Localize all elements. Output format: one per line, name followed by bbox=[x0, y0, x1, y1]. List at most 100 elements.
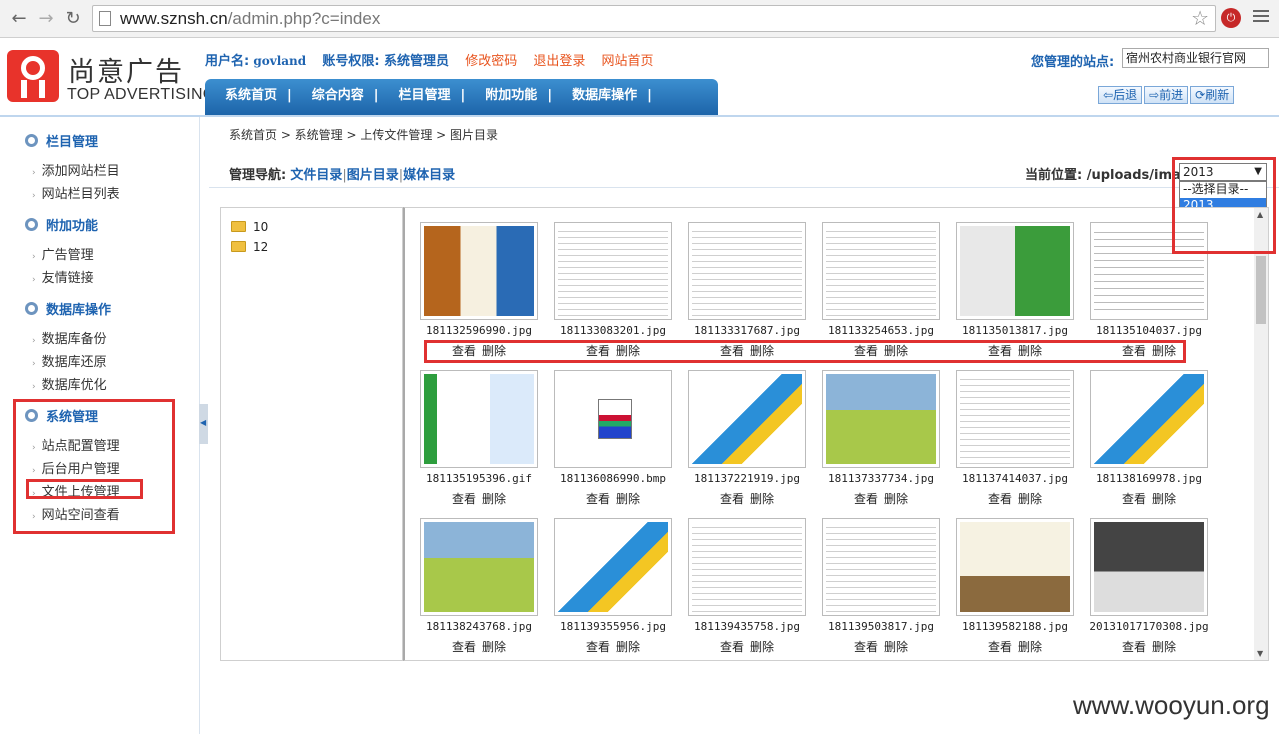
view-button[interactable]: 查看 bbox=[586, 640, 610, 654]
link-image-dir[interactable]: 图片目录 bbox=[347, 168, 399, 183]
delete-button[interactable]: 删除 bbox=[1152, 640, 1176, 654]
delete-button[interactable]: 删除 bbox=[1152, 344, 1176, 358]
extension-icon[interactable]: ⏻ bbox=[1221, 8, 1241, 28]
site-home-link[interactable]: 网站首页 bbox=[602, 54, 654, 69]
view-button[interactable]: 查看 bbox=[1122, 492, 1146, 506]
view-button[interactable]: 查看 bbox=[854, 640, 878, 654]
sidebar-item-site-config[interactable]: › 站点配置管理 bbox=[32, 435, 120, 454]
sidebar-item-space-view[interactable]: › 网站空间查看 bbox=[32, 504, 120, 523]
delete-button[interactable]: 删除 bbox=[884, 344, 908, 358]
delete-button[interactable]: 删除 bbox=[1018, 492, 1042, 506]
view-button[interactable]: 查看 bbox=[452, 640, 476, 654]
scroll-down-icon[interactable]: ▼ bbox=[1257, 649, 1263, 658]
browser-menu-icon[interactable] bbox=[1253, 10, 1269, 24]
delete-button[interactable]: 删除 bbox=[750, 344, 774, 358]
sidebar-item-ads[interactable]: › 广告管理 bbox=[32, 244, 94, 263]
delete-button[interactable]: 删除 bbox=[750, 640, 774, 654]
site-select[interactable]: 宿州农村商业银行官网 bbox=[1122, 48, 1269, 68]
view-button[interactable]: 查看 bbox=[1122, 344, 1146, 358]
back-button[interactable]: ⇦后退 bbox=[1098, 86, 1143, 104]
nav-database[interactable]: 数据库操作 | bbox=[552, 79, 652, 113]
view-button[interactable]: 查看 bbox=[586, 344, 610, 358]
image-thumbnail[interactable] bbox=[956, 370, 1074, 468]
forward-button[interactable]: ⇨前进 bbox=[1144, 86, 1189, 104]
link-file-dir[interactable]: 文件目录 bbox=[290, 168, 342, 183]
image-thumbnail[interactable] bbox=[420, 370, 538, 468]
image-thumbnail[interactable] bbox=[688, 222, 806, 320]
sidebar-group-addons[interactable]: 附加功能 bbox=[25, 215, 98, 234]
delete-button[interactable]: 删除 bbox=[616, 492, 640, 506]
delete-button[interactable]: 删除 bbox=[1152, 492, 1176, 506]
delete-button[interactable]: 删除 bbox=[750, 492, 774, 506]
reload-icon[interactable]: ↻ bbox=[62, 8, 84, 30]
image-thumbnail[interactable] bbox=[688, 518, 806, 616]
delete-button[interactable]: 删除 bbox=[482, 640, 506, 654]
image-thumbnail[interactable] bbox=[1090, 370, 1208, 468]
nav-system-home[interactable]: 系统首页 | bbox=[205, 79, 292, 113]
delete-button[interactable]: 删除 bbox=[1018, 344, 1042, 358]
image-thumbnail[interactable] bbox=[554, 370, 672, 468]
delete-button[interactable]: 删除 bbox=[482, 344, 506, 358]
back-arrow-icon[interactable]: ← bbox=[8, 8, 30, 30]
image-thumbnail[interactable] bbox=[1090, 518, 1208, 616]
delete-button[interactable]: 删除 bbox=[1018, 640, 1042, 654]
image-thumbnail[interactable] bbox=[956, 518, 1074, 616]
sidebar-collapse-handle[interactable]: ◀ bbox=[199, 404, 208, 444]
sidebar-item-admin-users[interactable]: › 后台用户管理 bbox=[32, 458, 120, 477]
bookmark-star-icon[interactable]: ☆ bbox=[1191, 6, 1209, 30]
view-button[interactable]: 查看 bbox=[988, 492, 1012, 506]
year-option-placeholder[interactable]: --选择目录-- bbox=[1180, 182, 1266, 198]
sidebar-item-links[interactable]: › 友情链接 bbox=[32, 267, 94, 286]
image-thumbnail[interactable] bbox=[1090, 222, 1208, 320]
nav-addons[interactable]: 附加功能 | bbox=[465, 79, 552, 113]
forward-arrow-icon[interactable]: → bbox=[35, 8, 57, 30]
delete-button[interactable]: 删除 bbox=[482, 492, 506, 506]
delete-button[interactable]: 删除 bbox=[616, 640, 640, 654]
change-password-link[interactable]: 修改密码 bbox=[465, 54, 517, 69]
logout-link[interactable]: 退出登录 bbox=[533, 54, 585, 69]
image-thumbnail[interactable] bbox=[956, 222, 1074, 320]
view-button[interactable]: 查看 bbox=[452, 344, 476, 358]
scroll-up-icon[interactable]: ▲ bbox=[1257, 210, 1263, 219]
delete-button[interactable]: 删除 bbox=[884, 492, 908, 506]
year-select[interactable]: 2013 ▼ bbox=[1179, 163, 1267, 181]
delete-button[interactable]: 删除 bbox=[884, 640, 908, 654]
sidebar-item-db-restore[interactable]: › 数据库还原 bbox=[32, 351, 107, 370]
nav-column-manage[interactable]: 栏目管理 | bbox=[379, 79, 466, 113]
view-button[interactable]: 查看 bbox=[720, 344, 744, 358]
sidebar-group-database[interactable]: 数据库操作 bbox=[25, 299, 111, 318]
view-button[interactable]: 查看 bbox=[988, 344, 1012, 358]
view-button[interactable]: 查看 bbox=[1122, 640, 1146, 654]
image-thumbnail[interactable] bbox=[554, 222, 672, 320]
view-button[interactable]: 查看 bbox=[854, 492, 878, 506]
grid-scrollbar[interactable]: ▲ ▼ bbox=[1254, 208, 1268, 660]
sidebar-item-db-optimize[interactable]: › 数据库优化 bbox=[32, 374, 107, 393]
sidebar-group-column[interactable]: 栏目管理 bbox=[25, 131, 98, 150]
scroll-thumb[interactable] bbox=[1256, 256, 1266, 324]
sidebar-item-column-list[interactable]: › 网站栏目列表 bbox=[32, 183, 120, 202]
image-thumbnail[interactable] bbox=[420, 518, 538, 616]
sidebar-item-db-backup[interactable]: › 数据库备份 bbox=[32, 328, 107, 347]
delete-button[interactable]: 删除 bbox=[616, 344, 640, 358]
address-bar[interactable]: www.sznsh.cn/admin.php?c=index ☆ bbox=[92, 5, 1216, 32]
sidebar-item-add-column[interactable]: › 添加网站栏目 bbox=[32, 160, 120, 179]
refresh-button[interactable]: ⟳刷新 bbox=[1190, 86, 1235, 104]
nav-content[interactable]: 综合内容 | bbox=[292, 79, 379, 113]
folder-item[interactable]: 12 bbox=[231, 240, 268, 254]
view-button[interactable]: 查看 bbox=[988, 640, 1012, 654]
view-button[interactable]: 查看 bbox=[720, 492, 744, 506]
image-thumbnail[interactable] bbox=[822, 222, 940, 320]
image-thumbnail[interactable] bbox=[688, 370, 806, 468]
view-button[interactable]: 查看 bbox=[854, 344, 878, 358]
view-button[interactable]: 查看 bbox=[452, 492, 476, 506]
image-thumbnail[interactable] bbox=[822, 370, 940, 468]
sidebar-item-file-upload[interactable]: › 文件上传管理 bbox=[32, 481, 120, 500]
image-thumbnail[interactable] bbox=[554, 518, 672, 616]
image-thumbnail[interactable] bbox=[822, 518, 940, 616]
folder-item[interactable]: 10 bbox=[231, 220, 268, 234]
image-thumbnail[interactable] bbox=[420, 222, 538, 320]
view-button[interactable]: 查看 bbox=[586, 492, 610, 506]
sidebar-group-system[interactable]: 系统管理 bbox=[25, 406, 98, 425]
view-button[interactable]: 查看 bbox=[720, 640, 744, 654]
link-media-dir[interactable]: 媒体目录 bbox=[403, 168, 455, 183]
